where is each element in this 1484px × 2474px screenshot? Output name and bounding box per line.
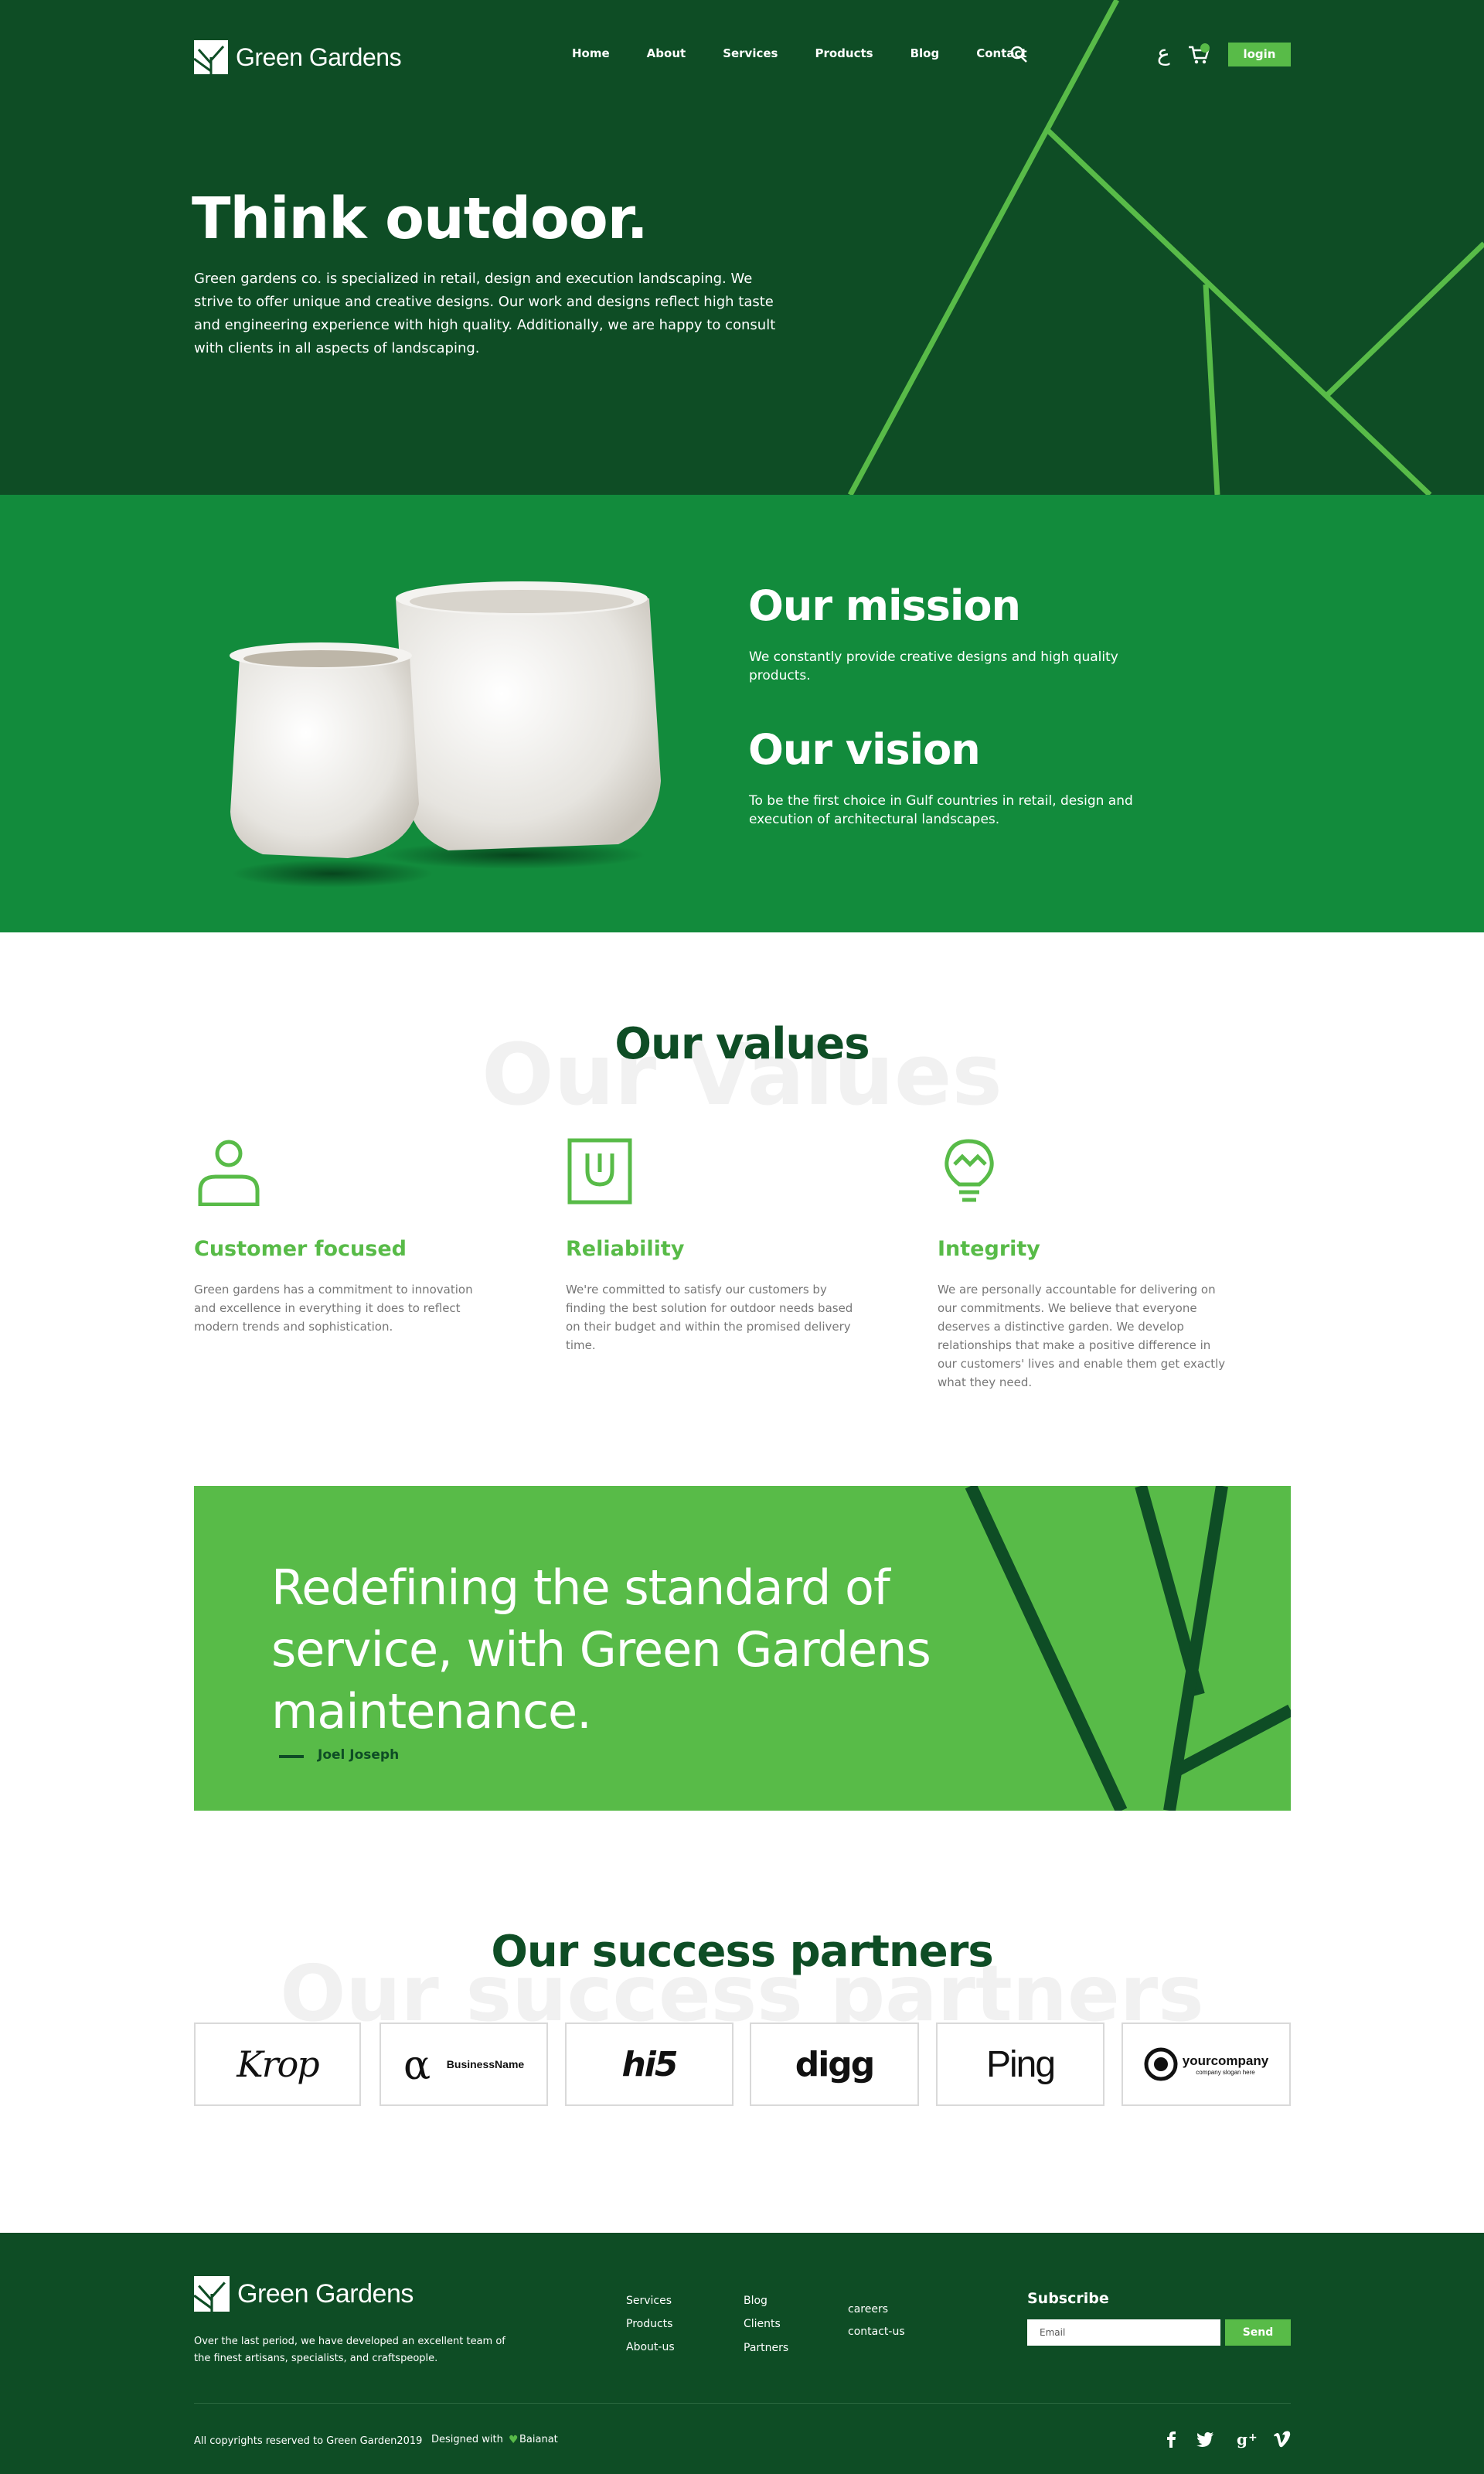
partner-name: digg [795, 2044, 876, 2084]
hero-title: Think outdoor. [192, 186, 648, 252]
value-text: We are personally accountable for delive… [938, 1283, 1226, 1389]
swirl-logo-icon [1144, 2047, 1178, 2081]
login-button[interactable]: login [1228, 43, 1291, 66]
brand-name: Green Gardens [236, 43, 402, 71]
svg-text:+: + [1248, 2431, 1258, 2444]
partner-name: Krop [237, 2043, 319, 2085]
value-text: We're committed to satisfy our customers… [566, 1283, 853, 1352]
values-title: Our values [614, 1019, 870, 1069]
partner-name: BusinessName [446, 2058, 525, 2070]
footer-about-text: Over the last period, we have developed … [194, 2336, 505, 2364]
nav-blog[interactable]: Blog [910, 46, 940, 60]
email-input[interactable] [1027, 2319, 1220, 2346]
footer-link-contact-us[interactable]: contact-us [848, 2326, 905, 2338]
heart-icon: ♥ [509, 2434, 519, 2446]
hero-section: Green Gardens Home About Services Produc… [0, 0, 1484, 495]
partner-slogan: company slogan here [1196, 2068, 1255, 2076]
footer-link-partners[interactable]: Partners [744, 2342, 788, 2354]
person-icon [198, 1140, 260, 1206]
main-nav: Home About Services Products Blog Contac… [572, 46, 1070, 60]
facebook-icon[interactable] [1161, 2429, 1181, 2449]
vision-title: Our vision [748, 725, 981, 774]
value-title: Integrity [938, 1237, 1040, 1261]
footer-link-blog[interactable]: Blog [744, 2295, 768, 2307]
language-switch[interactable]: ع [1157, 40, 1170, 66]
footer-brand-logo[interactable]: Green Gardens [194, 2276, 414, 2312]
google-plus-icon[interactable]: g + [1237, 2429, 1261, 2449]
designed-with-text: Designed with [431, 2434, 503, 2445]
value-text: Green gardens has a commitment to innova… [194, 1283, 473, 1334]
nav-products[interactable]: Products [815, 46, 873, 60]
partner-logo-hi5[interactable]: hi5 [565, 2022, 733, 2106]
shield-icon [567, 1138, 632, 1205]
footer-link-services[interactable]: Services [626, 2295, 672, 2307]
partners-title: Our success partners [491, 1927, 993, 1977]
footer: Green Gardens Over the last period, we h… [0, 2233, 1484, 2474]
twitter-icon[interactable] [1195, 2429, 1215, 2449]
partner-name: yourcompany [1182, 2053, 1269, 2068]
partner-name: hi5 [621, 2044, 678, 2084]
quote-banner: Redefining the standard of service, with… [194, 1486, 1291, 1811]
partner-name: Ping [985, 2043, 1056, 2085]
partner-logo-businessname[interactable]: α BusinessName [380, 2022, 548, 2106]
mission-text: We constantly provide creative designs a… [749, 649, 1118, 683]
white-pots-image [230, 581, 661, 888]
footer-link-clients[interactable]: Clients [744, 2318, 781, 2330]
lightbulb-icon [945, 1139, 994, 1202]
alpha-logo-icon: α [403, 2045, 431, 2084]
svg-text:α: α [403, 2045, 431, 2084]
leaf-logo-icon [194, 2276, 230, 2312]
nav-services[interactable]: Services [723, 46, 778, 60]
cart-badge [1200, 43, 1210, 53]
yourcompany-text: yourcompany company slogan here [1183, 2053, 1268, 2076]
hero-text: Green gardens co. is specialized in reta… [194, 271, 776, 356]
leaf-logo-icon [194, 40, 228, 74]
footer-link-careers[interactable]: careers [848, 2303, 888, 2316]
value-title: Customer focused [194, 1237, 407, 1261]
quote-author: Joel Joseph [318, 1747, 400, 1763]
send-button[interactable]: Send [1225, 2319, 1291, 2346]
mission-vision-section: Our mission We constantly provide creati… [0, 495, 1484, 932]
svg-text:g: g [1237, 2430, 1247, 2448]
subscribe-title: Subscribe [1027, 2290, 1109, 2307]
mission-title: Our mission [748, 581, 1021, 630]
footer-divider [194, 2403, 1291, 2404]
copyright-text: All copyrights reserved to Green Garden2… [194, 2435, 423, 2447]
partner-logo-ping[interactable]: Ping [936, 2022, 1104, 2106]
footer-link-products[interactable]: Products [626, 2318, 672, 2330]
quote-text: Redefining the standard of service, with… [271, 1559, 931, 1740]
nav-about[interactable]: About [647, 46, 686, 60]
value-title: Reliability [566, 1237, 685, 1261]
footer-brand-name: Green Gardens [237, 2278, 414, 2309]
search-icon[interactable] [1009, 45, 1028, 63]
vision-text: To be the first choice in Gulf countries… [749, 793, 1133, 827]
vimeo-icon[interactable] [1272, 2429, 1292, 2449]
quote-dash [279, 1755, 304, 1758]
nav-home[interactable]: Home [572, 46, 610, 60]
brand-logo[interactable]: Green Gardens [194, 40, 402, 74]
partner-logo-krop[interactable]: Krop [194, 2022, 361, 2106]
designer-name[interactable]: Baianat [519, 2434, 558, 2445]
footer-link-about-us[interactable]: About-us [626, 2341, 675, 2353]
partner-logo-digg[interactable]: digg [750, 2022, 919, 2106]
partner-logo-yourcompany[interactable]: yourcompany company slogan here [1122, 2022, 1291, 2106]
